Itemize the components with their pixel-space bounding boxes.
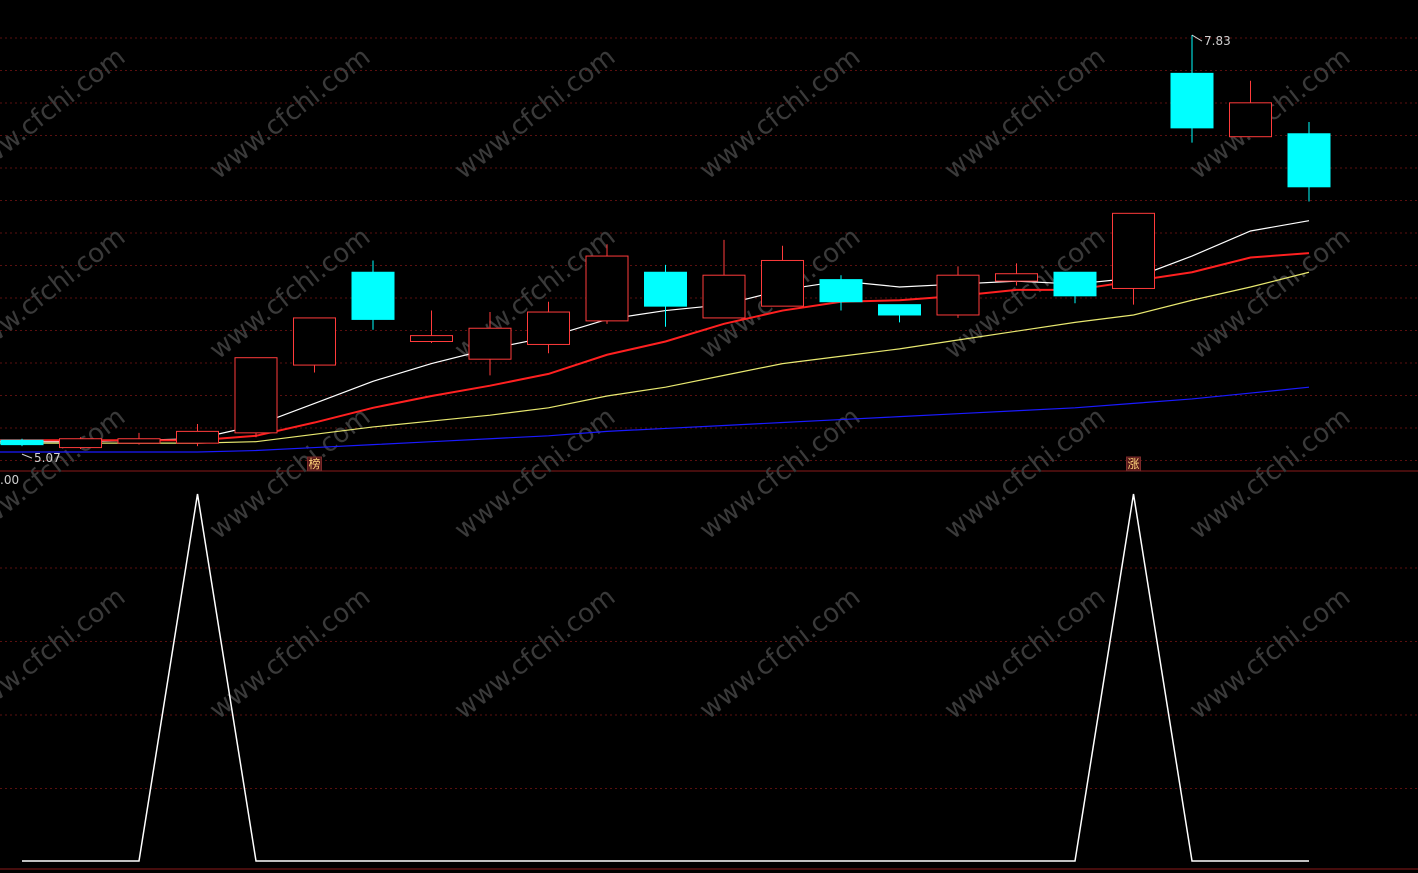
candle-body [527, 311, 570, 345]
indicator-line [22, 493, 1309, 862]
watermark-text: www.cfchi.com [449, 42, 621, 186]
candle-body [293, 317, 336, 366]
watermark-text: www.cfchi.com [939, 402, 1111, 546]
signal-marker: 榜 [307, 456, 322, 472]
watermark-text: www.cfchi.com [1184, 402, 1356, 546]
candle [1170, 35, 1214, 143]
watermark-text: www.cfchi.com [449, 402, 621, 546]
watermark-text: www.cfchi.com [694, 42, 866, 186]
candle-body [468, 327, 512, 360]
candle [1229, 80, 1272, 138]
watermark-text: www.cfchi.com [694, 402, 866, 546]
candle [117, 432, 161, 445]
watermark-text: www.cfchi.com [204, 222, 376, 366]
watermark-text: www.cfchi.com [1184, 222, 1356, 366]
candle [878, 304, 921, 323]
candle [1053, 271, 1097, 304]
signal-marker-label: 涨 [1127, 456, 1139, 471]
watermark-text: www.cfchi.com [204, 582, 376, 726]
candle-body [1229, 102, 1272, 138]
candle-body [936, 274, 980, 316]
indicator-series [22, 493, 1309, 862]
candle-body [995, 273, 1038, 282]
candle [702, 239, 746, 319]
candle-body [117, 438, 161, 444]
candle [410, 310, 453, 343]
candle [819, 275, 863, 311]
watermark-text: www.cfchi.com [204, 402, 376, 546]
candle [176, 424, 219, 447]
watermark-text: www.cfchi.com [0, 222, 131, 366]
candle-body [761, 259, 804, 307]
candle-body [585, 255, 629, 322]
signal-marker-label: 榜 [308, 456, 320, 471]
candle-body [1170, 72, 1214, 129]
watermark-text: www.cfchi.com [449, 582, 621, 726]
candle [644, 264, 687, 327]
candle-body [878, 304, 921, 316]
candle-body [234, 357, 278, 434]
candle-body [176, 430, 219, 444]
candle-body [819, 279, 863, 303]
candle-body [0, 439, 44, 446]
candle-body [644, 271, 687, 307]
candle-body [1112, 212, 1155, 289]
annotation-arrow [21, 453, 33, 459]
candle [351, 260, 395, 330]
watermark-text: www.cfchi.com [694, 582, 866, 726]
candle-body [1053, 271, 1097, 297]
watermark-text: www.cfchi.com [0, 582, 131, 726]
watermark-text: www.cfchi.com [939, 582, 1111, 726]
candle-body [702, 274, 746, 319]
high-price-label: 7.83 [1204, 34, 1231, 48]
watermark-text: www.cfchi.com [0, 42, 131, 186]
signal-marker: 涨 [1126, 456, 1141, 472]
indicator-axis-tick-label: .00 [0, 473, 19, 487]
candle-body [1287, 133, 1331, 188]
watermark-text: www.cfchi.com [1184, 582, 1356, 726]
candle-body [59, 438, 102, 449]
candle [761, 245, 804, 307]
candle [585, 244, 629, 324]
low-price-label: 5.07 [34, 451, 61, 465]
watermark-text: www.cfchi.com [939, 42, 1111, 186]
watermark-layer: www.cfchi.com www.cfchi.com www.cfchi.com w… [0, 42, 1356, 726]
candle [936, 266, 980, 318]
candle-body [410, 335, 453, 342]
candle [293, 317, 336, 373]
candle [1287, 121, 1331, 202]
stock-chart: www.cfchi.com www.cfchi.com www.cfchi.com w… [0, 34, 1418, 870]
candle-body [351, 271, 395, 320]
candle [234, 357, 278, 438]
candle [0, 438, 44, 447]
candle [59, 437, 102, 450]
candle [1112, 212, 1155, 305]
watermark-text: www.cfchi.com [0, 402, 131, 546]
watermark-text: www.cfchi.com [204, 42, 376, 186]
